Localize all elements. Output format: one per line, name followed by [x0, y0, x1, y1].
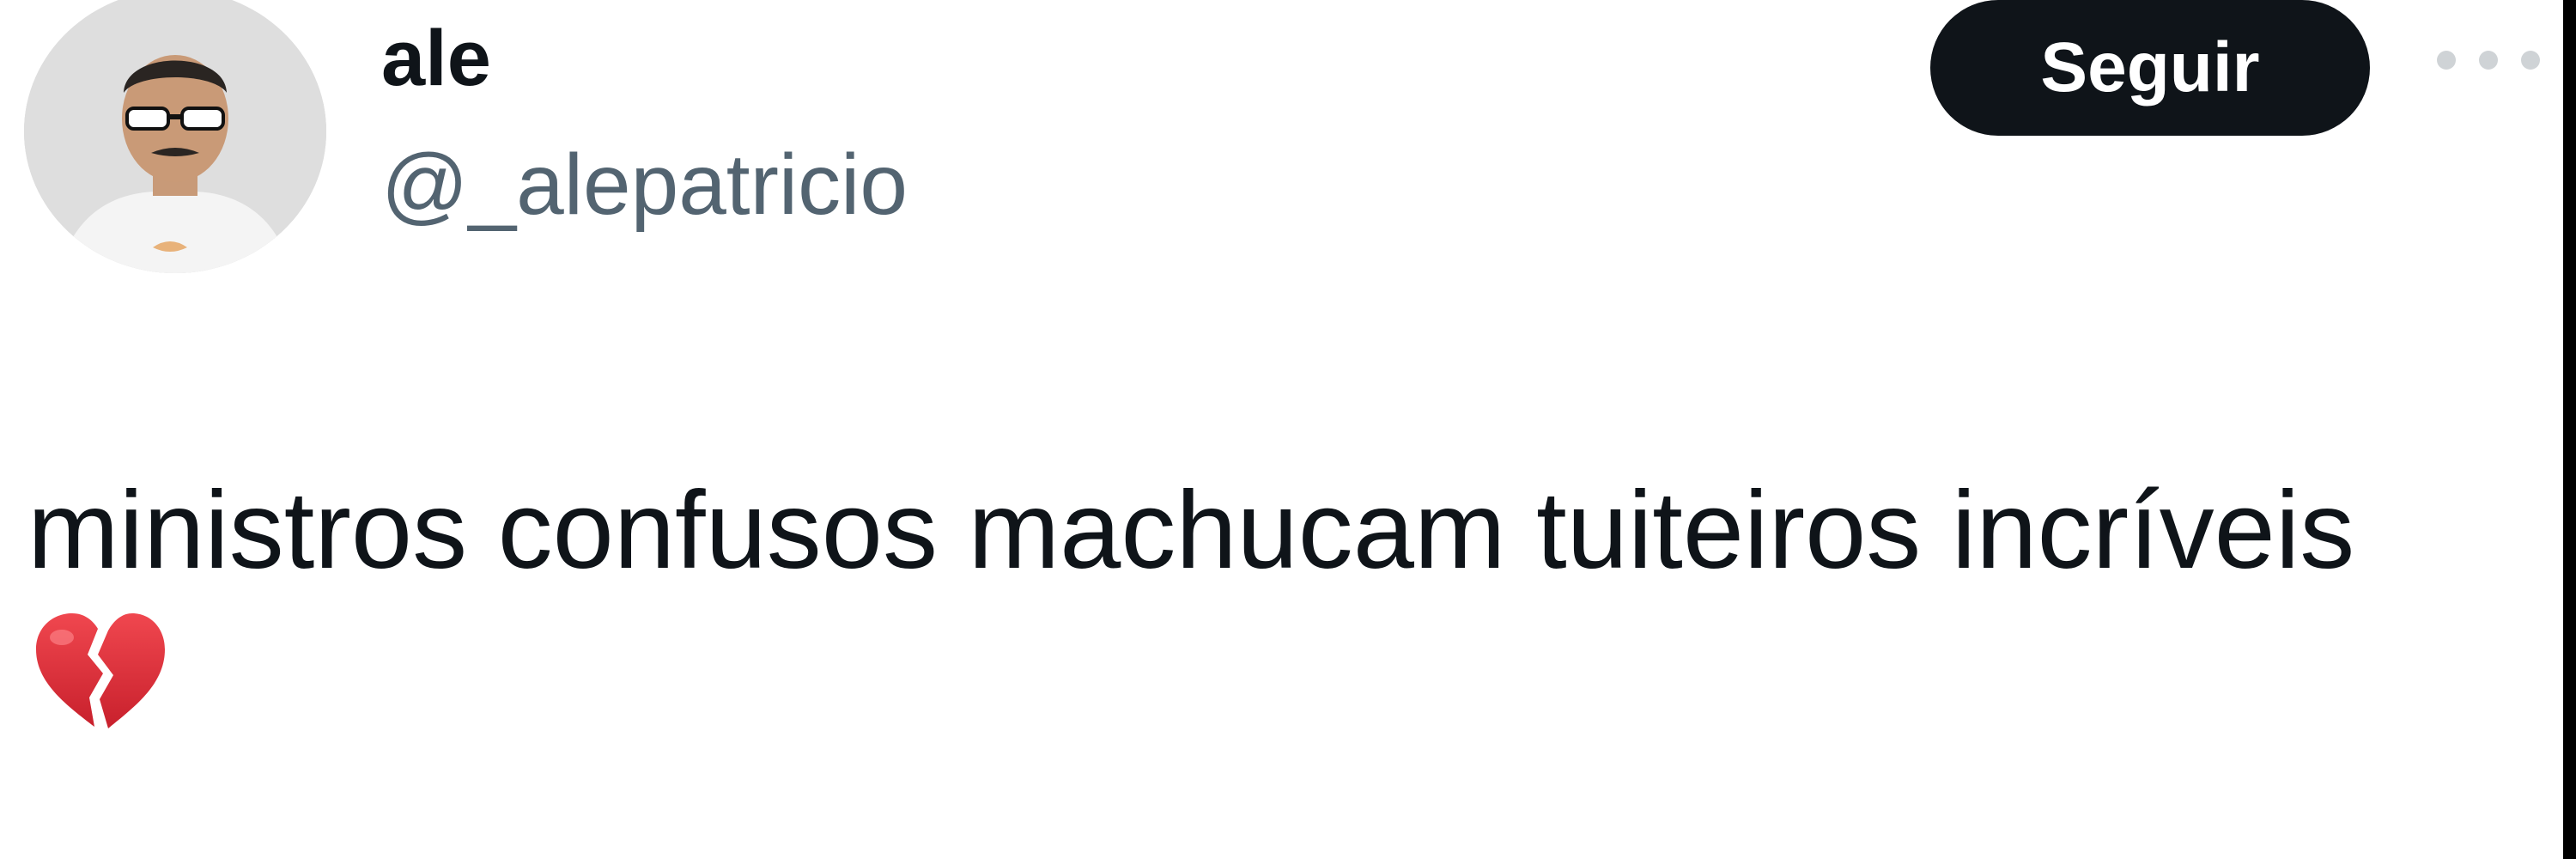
avatar[interactable]	[24, 0, 326, 273]
tweet-card: ale @_alepatricio Seguir ministros confu…	[0, 0, 2563, 859]
more-dot	[2437, 51, 2456, 70]
more-dot	[2521, 51, 2540, 70]
avatar-image	[24, 0, 326, 273]
more-dot	[2479, 51, 2498, 70]
author-display-name[interactable]: ale	[381, 19, 491, 98]
author-handle[interactable]: @_alepatricio	[381, 142, 908, 228]
screen-edge	[2563, 0, 2576, 859]
tweet-text: ministros confusos machucam tuiteiros in…	[27, 469, 2355, 592]
more-options-icon[interactable]	[2437, 34, 2540, 86]
follow-button[interactable]: Seguir	[1930, 0, 2370, 136]
broken-heart-icon	[31, 608, 168, 737]
